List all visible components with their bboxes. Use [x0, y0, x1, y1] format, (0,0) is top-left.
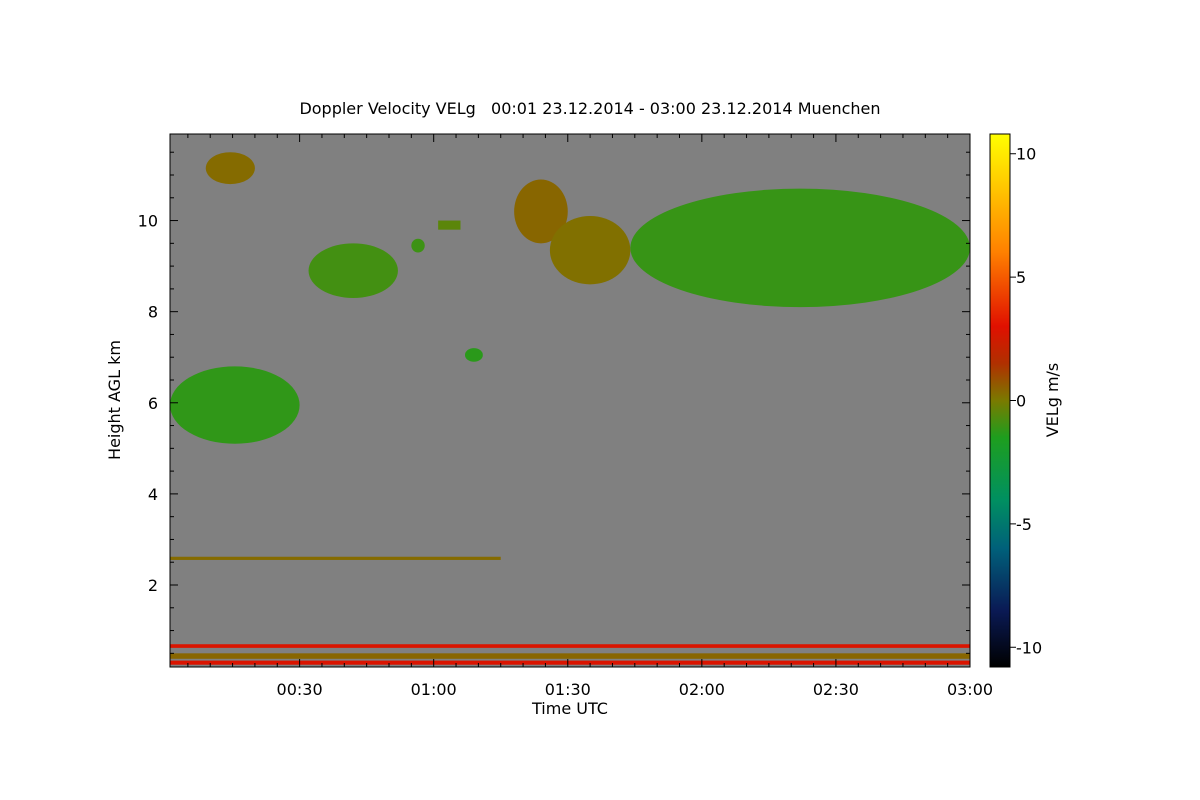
echo-region	[464, 348, 483, 362]
echo-region	[205, 152, 255, 185]
x-tick-label: 02:00	[679, 680, 725, 699]
plot-area	[169, 133, 971, 668]
colorbar-tick-label: 0	[1016, 392, 1026, 411]
echo-region	[170, 556, 501, 560]
y-tick-label: 4	[148, 485, 158, 504]
echo-region	[308, 243, 398, 298]
colorbar-tick-label: 10	[1016, 145, 1036, 164]
colorbar: 10 5 0 -5 -10 VELg m/s	[989, 133, 1062, 668]
colorbar-ticks: 10 5 0 -5 -10	[1010, 145, 1042, 657]
x-tick-label: 03:00	[947, 680, 993, 699]
colorbar-tick-label: -5	[1016, 515, 1032, 534]
x-tick-label: 00:30	[277, 680, 323, 699]
echo-region	[170, 660, 970, 665]
y-tick-label: 10	[138, 212, 158, 231]
echo-region	[170, 366, 300, 444]
colorbar-tick-label: -10	[1016, 638, 1042, 657]
x-axis-label: Time UTC	[531, 699, 608, 718]
doppler-velocity-figure: Doppler Velocity VELg 00:01 23.12.2014 -…	[105, 99, 1062, 718]
echo-region	[170, 653, 970, 659]
x-tick-label: 01:30	[545, 680, 591, 699]
echo-region	[170, 644, 970, 648]
y-tick-label: 6	[148, 394, 158, 413]
x-tick-label: 01:00	[411, 680, 457, 699]
x-tick-label: 02:30	[813, 680, 859, 699]
echo-region	[549, 216, 631, 285]
y-tick-label: 8	[148, 303, 158, 322]
echo-region	[630, 188, 970, 308]
echo-region	[411, 238, 425, 253]
y-axis-label: Height AGL km	[105, 340, 124, 460]
y-tick-label: 2	[148, 576, 158, 595]
colorbar-gradient	[989, 133, 1011, 668]
colorbar-label: VELg m/s	[1043, 363, 1062, 438]
echo-region	[438, 220, 461, 230]
chart-title: Doppler Velocity VELg 00:01 23.12.2014 -…	[299, 99, 880, 118]
colorbar-tick-label: 5	[1016, 268, 1026, 287]
